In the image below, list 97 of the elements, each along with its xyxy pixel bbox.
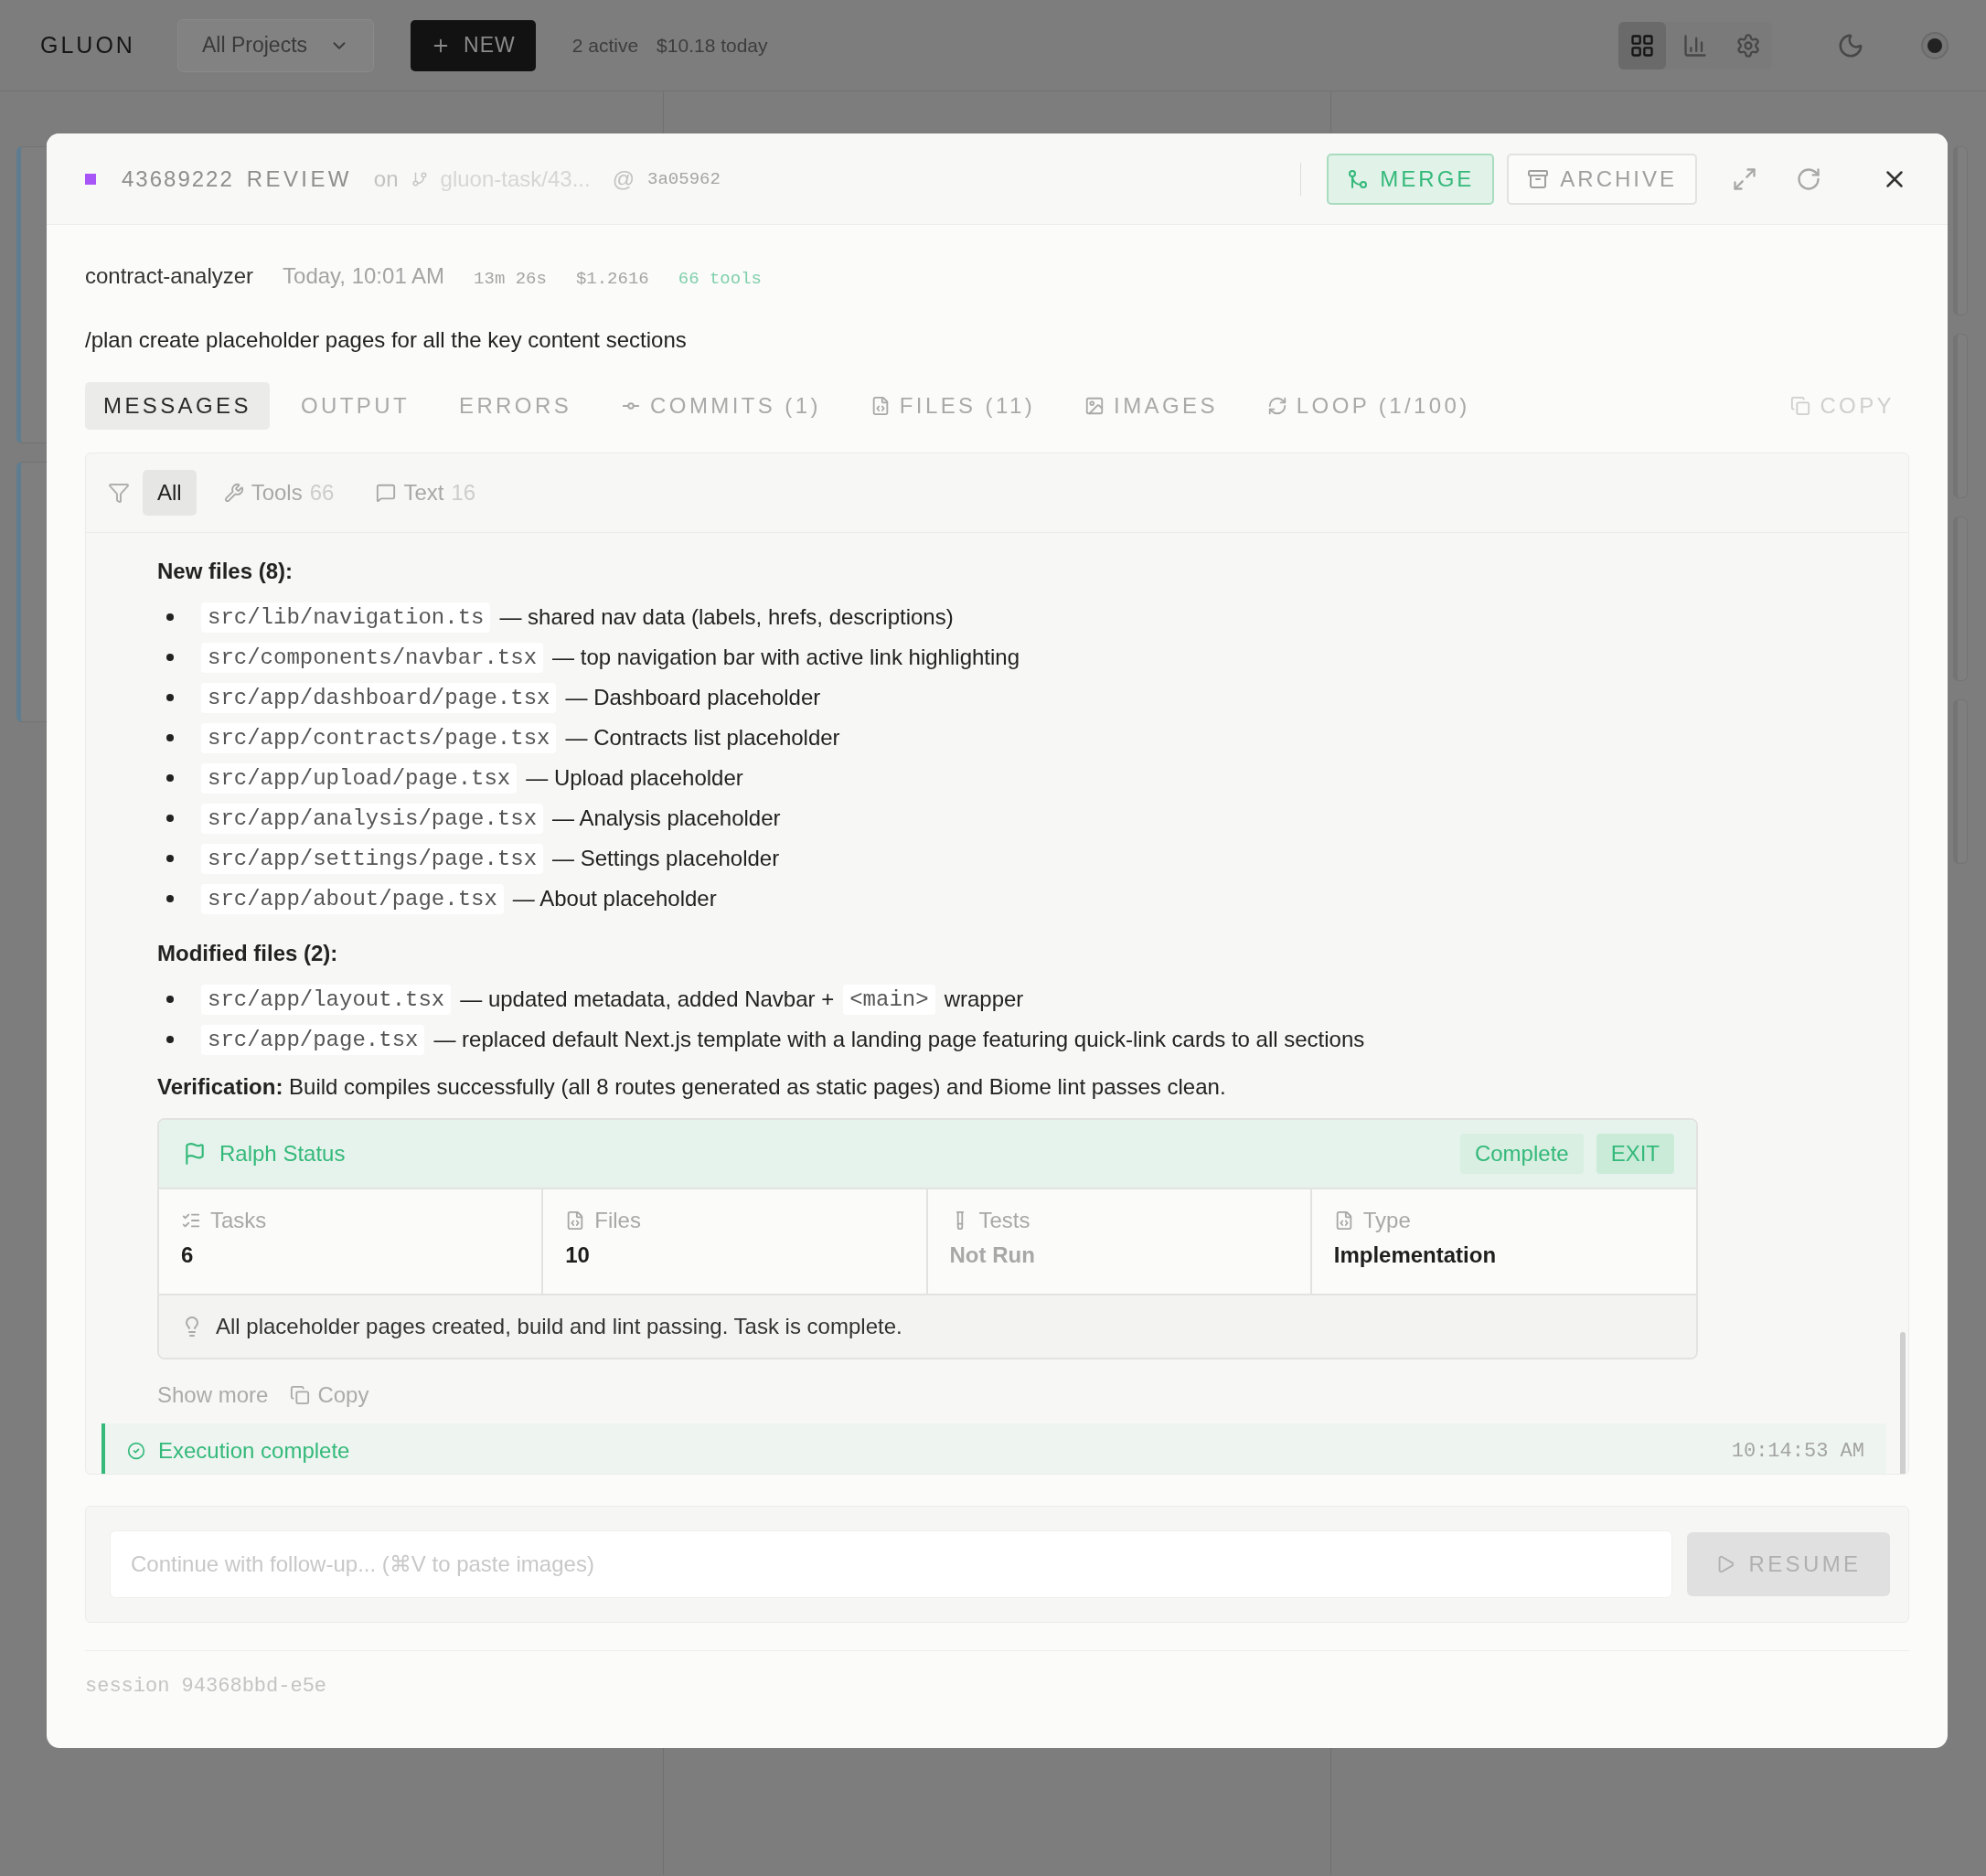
tab[interactable]: FILES (11) [851, 382, 1054, 430]
list-text: — top navigation bar with active link highlighting [552, 645, 1020, 670]
code-path: src/app/layout.tsx [201, 984, 452, 1015]
list-text: — updated metadata, added Navbar + [460, 986, 835, 1012]
tab[interactable]: LOOP (1/100) [1248, 382, 1489, 430]
bullet-icon [166, 996, 174, 1003]
flag-icon [183, 1142, 207, 1166]
list-text: — replaced default Next.js template with a landing page featuring quick-link cards to all sections [433, 1027, 1365, 1052]
stat-label-text: Files [594, 1208, 641, 1233]
bullet-icon [166, 774, 174, 782]
view-button[interactable] [1618, 21, 1666, 69]
section-heading: Modified files (2): [157, 941, 339, 966]
code-path: src/app/page.tsx [201, 1024, 425, 1055]
stat-value: 10 [565, 1242, 591, 1268]
section-heading: New files (8): [157, 559, 294, 584]
code-path: src/app/settings/page.tsx [201, 843, 544, 874]
code-path: src/app/analysis/page.tsx [201, 803, 544, 834]
status-square [85, 173, 96, 185]
verification-text: Verification: Build compiles successfully (all 8 routes generated as static pages) and Biome lint passes clean. [157, 1074, 1227, 1100]
bar-chart-icon [1682, 32, 1708, 59]
list-text: — About placeholder [512, 886, 717, 911]
run-cost: $1.2616 [575, 269, 649, 289]
tab[interactable]: MESSAGES [85, 382, 270, 430]
filter-icon [108, 482, 130, 504]
archive-button[interactable]: ARCHIVE [1507, 153, 1697, 205]
code-path: src/components/navbar.tsx [201, 642, 544, 673]
message-icon [376, 483, 397, 503]
status-badge: Complete [1459, 1134, 1584, 1174]
refresh-icon [1266, 396, 1287, 416]
list-text: — Dashboard placeholder [565, 685, 821, 710]
bullet-icon [166, 734, 174, 741]
commit-hash: 3a05962 [647, 168, 721, 189]
bullet-icon [166, 694, 174, 701]
new-button[interactable]: NEW [411, 19, 536, 71]
wrench-icon [223, 483, 244, 503]
merge-button[interactable]: MERGE [1327, 153, 1495, 205]
bullet-icon [166, 654, 174, 661]
at-label: @ [612, 165, 635, 192]
code-path: src/app/dashboard/page.tsx [201, 682, 557, 713]
show-more-link[interactable]: Show more [157, 1382, 269, 1408]
refresh-icon [1796, 165, 1821, 192]
image-icon [1084, 396, 1105, 416]
stat-label-text: Tests [978, 1208, 1030, 1233]
merge-icon [1347, 167, 1370, 190]
stat-label-text: Type [1362, 1208, 1411, 1233]
branch-icon [411, 170, 428, 187]
bullet-icon [166, 815, 174, 822]
code-path: <main> [843, 984, 935, 1015]
status-title: Ralph Status [219, 1141, 346, 1167]
task-status: REVIEW [246, 165, 352, 192]
list-text: — shared nav data (labels, hrefs, descriptions) [499, 604, 954, 630]
tab[interactable]: ERRORS [441, 382, 591, 430]
archive-icon [1527, 167, 1550, 190]
tab[interactable]: COMMITS (1) [603, 382, 839, 430]
scrollbar[interactable] [1900, 1332, 1906, 1474]
tool-count: 66 tools [678, 269, 762, 289]
duration: 13m 26s [474, 269, 547, 289]
code-path: src/app/upload/page.tsx [201, 762, 518, 794]
check-circle-icon [127, 1442, 145, 1460]
bullet-icon [166, 855, 174, 862]
bullet-icon [166, 895, 174, 902]
stat-value: 6 [181, 1242, 195, 1268]
code-path: src/lib/navigation.ts [201, 602, 491, 633]
filter-button[interactable]: All [143, 470, 197, 516]
tab[interactable]: OUTPUT [282, 382, 428, 430]
code-path: src/app/about/page.tsx [201, 883, 504, 914]
active-count: 2 active [571, 34, 639, 57]
copy-link[interactable]: Copy [290, 1382, 369, 1408]
list-text: wrapper [944, 986, 1024, 1012]
code-path: src/app/contracts/page.tsx [201, 722, 557, 753]
start-time: Today, 10:01 AM [283, 263, 445, 289]
list-text: — Upload placeholder [526, 765, 743, 791]
expand-icon [1732, 165, 1757, 192]
project-select[interactable]: All Projects [177, 18, 375, 72]
execution-text: Execution complete [158, 1438, 350, 1464]
grid-icon [1629, 32, 1655, 59]
execution-time: 10:14:53 AM [1731, 1439, 1864, 1463]
tab[interactable]: IMAGES [1066, 382, 1236, 430]
copy-icon [1790, 396, 1811, 416]
list-text: — Contracts list placeholder [565, 725, 840, 751]
list-text: — Settings placeholder [552, 846, 780, 871]
agent-name: contract-analyzer [85, 263, 254, 289]
status-note: All placeholder pages created, build and lint passing. Task is complete. [216, 1314, 902, 1339]
stat-value: Not Run [949, 1242, 1036, 1268]
task-id: 43689222 [122, 165, 234, 192]
cost-today: $10.18 today [657, 34, 768, 57]
record-icon [1920, 30, 1949, 60]
task-prompt: /plan create placeholder pages for all the key content sections [85, 327, 688, 353]
bullet-icon [166, 1036, 174, 1043]
list-text: — Analysis placeholder [552, 805, 781, 831]
settings-icon [1735, 32, 1761, 59]
copy-icon [290, 1385, 311, 1405]
status-badge: EXIT [1596, 1134, 1674, 1174]
stat-label-text: Tasks [210, 1208, 267, 1233]
bullet-icon [166, 613, 174, 621]
stat-value: Implementation [1333, 1242, 1498, 1268]
app-logo: GLUON [40, 32, 136, 59]
